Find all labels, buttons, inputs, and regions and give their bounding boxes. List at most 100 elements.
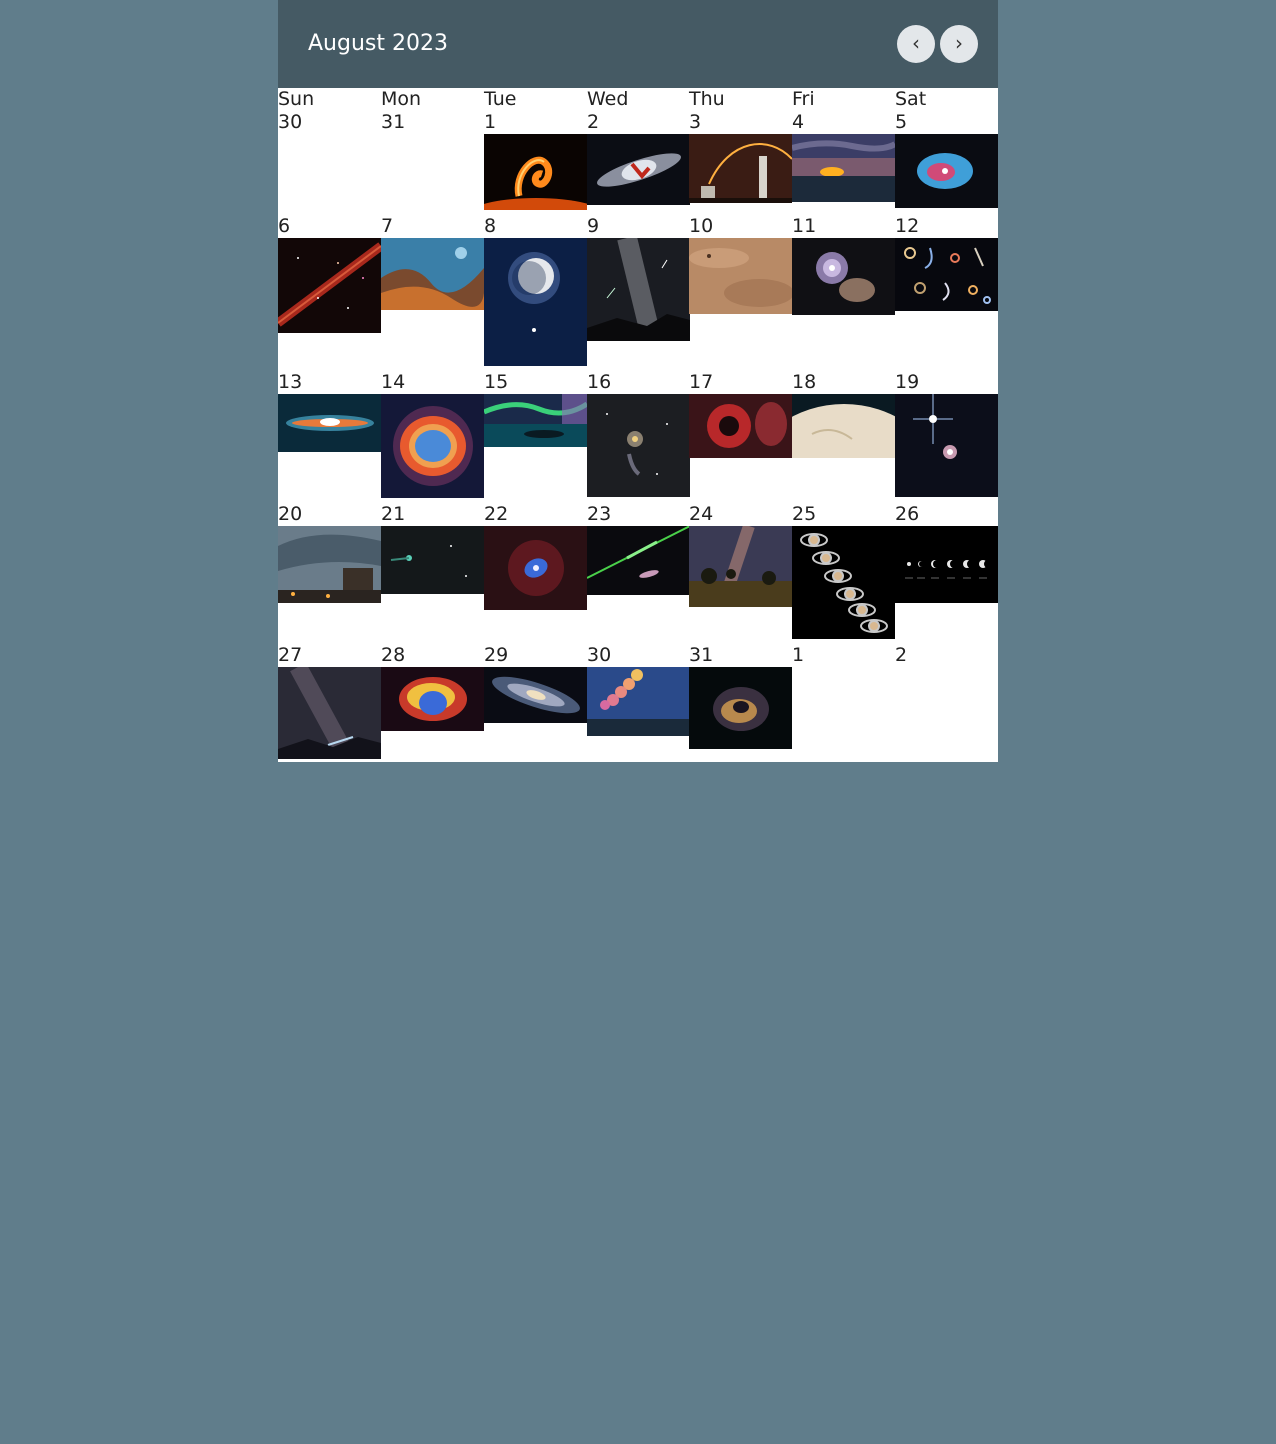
day-cell: 27: [278, 643, 381, 759]
apod-thumbnail[interactable]: [689, 394, 792, 458]
day-number: 14: [381, 371, 406, 393]
previous-month-button[interactable]: ‹: [897, 25, 935, 63]
day-cell: 2: [895, 643, 998, 667]
day-number: 17: [689, 371, 714, 393]
day-cell: 20: [278, 502, 381, 603]
day-number: 24: [689, 503, 714, 525]
apod-thumbnail[interactable]: [381, 238, 484, 310]
day-number: 5: [895, 111, 908, 133]
day-number: 1: [484, 111, 497, 133]
apod-thumbnail[interactable]: [895, 526, 998, 603]
next-month-button[interactable]: ›: [940, 25, 978, 63]
day-cell: 30: [278, 110, 381, 134]
day-number: 21: [381, 503, 406, 525]
day-number: 25: [792, 503, 817, 525]
apod-thumbnail[interactable]: [484, 134, 587, 210]
apod-thumbnail[interactable]: [792, 394, 895, 458]
apod-thumbnail[interactable]: [587, 134, 690, 205]
apod-thumbnail[interactable]: [587, 667, 690, 736]
day-number: 7: [381, 215, 394, 237]
day-number: 10: [689, 215, 714, 237]
day-cell: 12: [895, 214, 998, 311]
apod-thumbnail[interactable]: [792, 526, 895, 639]
day-cell: 16: [587, 370, 690, 497]
day-number: 16: [587, 371, 612, 393]
day-cell: 29: [484, 643, 587, 723]
week-row: 6 7 8 9 10 11 12: [278, 214, 998, 370]
day-cell: 14: [381, 370, 484, 498]
day-cell: 11: [792, 214, 895, 315]
day-cell: 9: [587, 214, 690, 341]
apod-thumbnail[interactable]: [278, 394, 381, 452]
day-number: 2: [895, 644, 908, 666]
apod-thumbnail[interactable]: [381, 526, 484, 594]
apod-thumbnail[interactable]: [278, 526, 381, 603]
day-cell: 21: [381, 502, 484, 594]
day-cell: 23: [587, 502, 690, 595]
day-cell: 18: [792, 370, 895, 458]
day-number: 18: [792, 371, 817, 393]
apod-thumbnail[interactable]: [381, 667, 484, 731]
day-number: 1: [792, 644, 805, 666]
day-cell: 24: [689, 502, 792, 607]
day-cell: 19: [895, 370, 998, 497]
apod-thumbnail[interactable]: [484, 238, 587, 366]
day-cell: 26: [895, 502, 998, 603]
apod-thumbnail[interactable]: [689, 238, 792, 314]
apod-thumbnail[interactable]: [895, 394, 998, 497]
day-number: 19: [895, 371, 920, 393]
week-row: 27 28 29 30 31 1 2: [278, 643, 998, 762]
apod-thumbnail[interactable]: [895, 238, 998, 311]
apod-thumbnail[interactable]: [278, 238, 381, 333]
day-cell: 1: [792, 643, 895, 667]
weekday-label: Fri: [792, 88, 815, 110]
day-cell: 31: [381, 110, 484, 134]
weekday-label: Thu: [689, 88, 725, 110]
apod-thumbnail[interactable]: [484, 667, 587, 723]
day-cell: 6: [278, 214, 381, 333]
day-number: 12: [895, 215, 920, 237]
day-number: 13: [278, 371, 303, 393]
apod-thumbnail[interactable]: [484, 526, 587, 610]
day-cell: 8: [484, 214, 587, 366]
day-number: 29: [484, 644, 509, 666]
day-cell: 4: [792, 110, 895, 202]
day-cell: 22: [484, 502, 587, 610]
apod-thumbnail[interactable]: [895, 134, 998, 208]
day-cell: 28: [381, 643, 484, 731]
apod-thumbnail[interactable]: [587, 238, 690, 341]
apod-thumbnail[interactable]: [278, 667, 381, 759]
day-number: 4: [792, 111, 805, 133]
apod-thumbnail[interactable]: [792, 238, 895, 315]
weekday-label: Sun: [278, 88, 315, 110]
day-cell: 1: [484, 110, 587, 210]
day-cell: 25: [792, 502, 895, 639]
apod-thumbnail[interactable]: [587, 526, 690, 595]
day-number: 30: [278, 111, 303, 133]
weekday-label: Mon: [381, 88, 422, 110]
day-number: 26: [895, 503, 920, 525]
day-number: 22: [484, 503, 509, 525]
day-number: 6: [278, 215, 291, 237]
apod-thumbnail[interactable]: [792, 134, 895, 202]
day-number: 30: [587, 644, 612, 666]
calendar: August 2023 ‹ › Sun Mon Tue Wed Thu Fri …: [278, 0, 998, 762]
day-cell: 13: [278, 370, 381, 452]
day-cell: 2: [587, 110, 690, 205]
apod-thumbnail[interactable]: [689, 526, 792, 607]
day-number: 28: [381, 644, 406, 666]
apod-thumbnail[interactable]: [484, 394, 587, 447]
day-cell: 5: [895, 110, 998, 208]
day-number: 31: [689, 644, 714, 666]
apod-thumbnail[interactable]: [689, 667, 792, 749]
apod-thumbnail[interactable]: [381, 394, 484, 498]
apod-thumbnail[interactable]: [587, 394, 690, 497]
day-cell: 30: [587, 643, 690, 736]
apod-thumbnail[interactable]: [689, 134, 792, 203]
day-number: 27: [278, 644, 303, 666]
week-row: 30 31 1 2 3 4 5: [278, 110, 998, 214]
day-cell: 10: [689, 214, 792, 314]
weekday-header-row: Sun Mon Tue Wed Thu Fri Sat: [278, 88, 998, 110]
weekday-label: Wed: [587, 88, 629, 110]
month-title: August 2023: [308, 31, 448, 56]
